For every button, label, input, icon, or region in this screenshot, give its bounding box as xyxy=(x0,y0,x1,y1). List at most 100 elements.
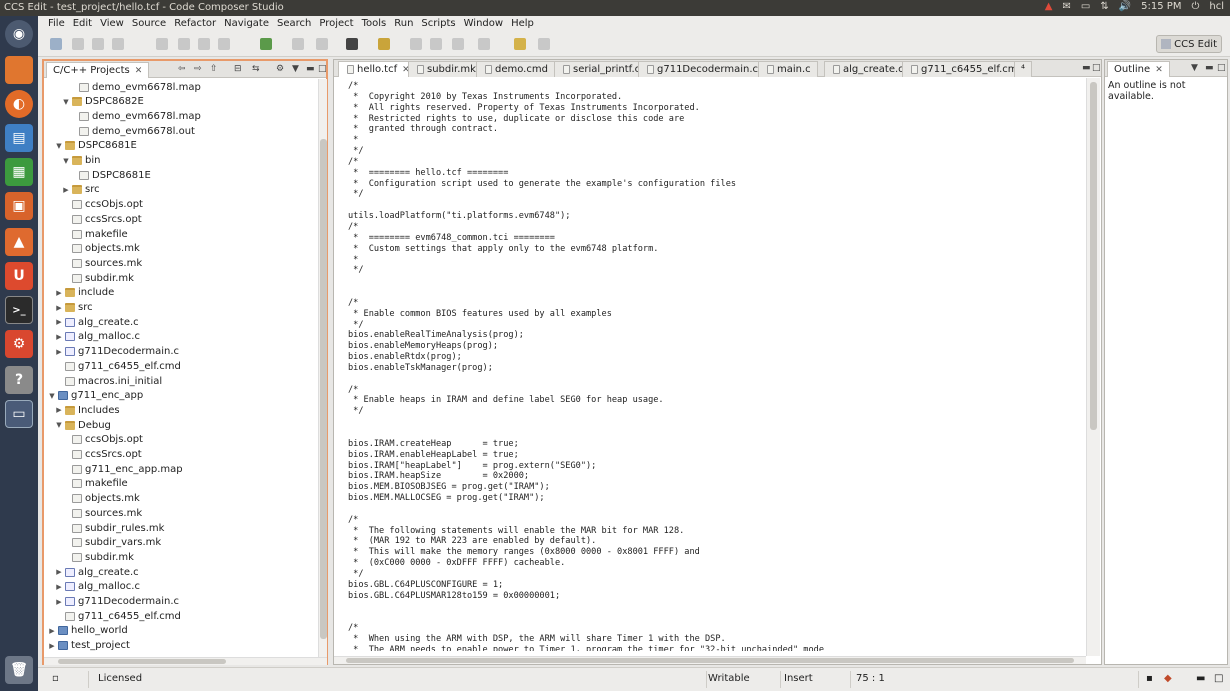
menu-help[interactable]: Help xyxy=(507,18,538,29)
tree-item[interactable]: g711_c6455_elf.cmd xyxy=(55,609,181,623)
tree-item[interactable]: ▶ alg_create.c xyxy=(55,315,138,329)
menu-project[interactable]: Project xyxy=(315,18,357,29)
tools-icon[interactable] xyxy=(316,38,328,50)
expanded-icon[interactable]: ▼ xyxy=(48,392,56,400)
next-edit-icon[interactable] xyxy=(452,38,464,50)
tree-item[interactable]: sources.mk xyxy=(62,256,142,270)
print-icon[interactable] xyxy=(112,38,124,50)
code-editor[interactable]: /* * Copyright 2010 by Texas Instruments… xyxy=(348,81,1086,651)
power-icon[interactable]: ⏻ xyxy=(1191,1,1199,12)
tree-item[interactable]: subdir_rules.mk xyxy=(62,521,164,535)
view-icon[interactable] xyxy=(292,38,304,50)
menu-navigate[interactable]: Navigate xyxy=(220,18,273,29)
tree-item[interactable]: sources.mk xyxy=(62,506,142,520)
settings-gear-icon[interactable] xyxy=(346,38,358,50)
close-icon[interactable]: ✕ xyxy=(135,66,143,76)
tree-item[interactable]: ▶ src xyxy=(62,183,99,197)
tree-item[interactable]: ▶ test_project xyxy=(48,639,130,653)
tree-item[interactable]: ▼ DSPC8682E xyxy=(62,95,144,109)
outline-close-icon[interactable]: ✕ xyxy=(1155,65,1163,75)
writer-icon[interactable]: ▤ xyxy=(5,124,33,152)
menu-run[interactable]: Run xyxy=(390,18,417,29)
editor-tab[interactable]: ⁴ xyxy=(1014,61,1033,77)
volume-icon[interactable]: 🔊 xyxy=(1119,1,1131,12)
collapsed-icon[interactable]: ▶ xyxy=(48,627,56,635)
tree-item[interactable]: objects.mk xyxy=(62,492,140,506)
tree-item[interactable]: makefile xyxy=(62,477,128,491)
expanded-icon[interactable]: ▼ xyxy=(62,98,70,106)
tree-item[interactable]: ▶ Includes xyxy=(55,403,119,417)
tree-item[interactable]: ▶ alg_malloc.c xyxy=(55,580,140,594)
help-icon[interactable]: ? xyxy=(5,366,33,394)
tree-item[interactable]: ▼ bin xyxy=(62,154,100,168)
tree-item[interactable]: DSPC8681E xyxy=(69,168,151,182)
editor-tab[interactable]: demo.cmd xyxy=(476,61,555,77)
clock[interactable]: 5:15 PM xyxy=(1141,1,1181,12)
editor-tab[interactable]: g711_c6455_elf.cmd xyxy=(902,61,1031,77)
editor-hscroll-thumb[interactable] xyxy=(346,658,1074,663)
tree-item[interactable]: ▶ hello_world xyxy=(48,624,127,638)
tree-item[interactable]: subdir.mk xyxy=(62,271,134,285)
tree-hscrollbar[interactable] xyxy=(44,657,327,665)
tree-item[interactable]: ▼ DSPC8681E xyxy=(55,139,137,153)
tree-item[interactable]: ▼ g711_enc_app xyxy=(48,389,143,403)
ubuntu-one-icon[interactable]: U xyxy=(5,262,33,290)
collapsed-icon[interactable]: ▶ xyxy=(55,304,63,312)
expanded-icon[interactable]: ▼ xyxy=(55,142,63,150)
menu-scripts[interactable]: Scripts xyxy=(417,18,459,29)
tree-item[interactable]: ▶ alg_malloc.c xyxy=(55,330,140,344)
maximize-icon[interactable]: □ xyxy=(318,64,327,74)
editor-minimize-icon[interactable]: ▬ xyxy=(1082,63,1091,73)
menu-refactor[interactable]: Refactor xyxy=(170,18,220,29)
view-menu-icon[interactable]: ▼ xyxy=(292,64,299,74)
collapsed-icon[interactable]: ▶ xyxy=(55,289,63,297)
fast-view-icon[interactable]: ▫ xyxy=(52,673,59,684)
tree-item[interactable]: demo_evm6678l.map xyxy=(69,109,201,123)
back-nav-icon[interactable]: ⇦ xyxy=(178,64,186,74)
collapsed-icon[interactable]: ▶ xyxy=(55,348,63,356)
settings-icon[interactable]: ⚙ xyxy=(5,330,33,358)
tree-item[interactable]: g711_c6455_elf.cmd xyxy=(55,359,181,373)
open-perspective-icon[interactable] xyxy=(1161,39,1172,49)
menu-window[interactable]: Window xyxy=(460,18,507,29)
tab-projects[interactable]: C/C++ Projects ✕ xyxy=(46,62,150,78)
network-icon[interactable]: ⇅ xyxy=(1100,1,1108,12)
menu-search[interactable]: Search xyxy=(273,18,315,29)
target-icon[interactable] xyxy=(218,38,230,50)
impress-icon[interactable]: ▣ xyxy=(5,192,33,220)
collapsed-icon[interactable]: ▶ xyxy=(55,583,63,591)
editor-hscrollbar[interactable] xyxy=(334,656,1086,664)
editor-tab[interactable]: main.c xyxy=(758,61,818,77)
save-icon[interactable] xyxy=(72,38,84,50)
files-icon[interactable] xyxy=(5,56,33,84)
collapsed-icon[interactable]: ▶ xyxy=(55,318,63,326)
outline-maximize-icon[interactable]: □ xyxy=(1217,63,1226,73)
run-icon[interactable] xyxy=(260,38,272,50)
menu-file[interactable]: File xyxy=(44,18,69,29)
tab-outline[interactable]: Outline ✕ xyxy=(1107,61,1170,77)
search-tool-icon[interactable] xyxy=(378,38,390,50)
collapse-all-icon[interactable]: ⊟ xyxy=(234,64,242,74)
tree-item[interactable]: objects.mk xyxy=(62,242,140,256)
prev-annotation-icon[interactable] xyxy=(410,38,422,50)
collapsed-icon[interactable]: ▶ xyxy=(55,598,63,606)
collapsed-icon[interactable]: ▶ xyxy=(55,333,63,341)
firefox-icon[interactable]: ◐ xyxy=(5,90,33,118)
tree-item[interactable]: ▼ Debug xyxy=(55,418,111,432)
menu-edit[interactable]: Edit xyxy=(69,18,96,29)
tree-item[interactable]: ▶ g711Decodermain.c xyxy=(55,345,179,359)
menu-tools[interactable]: Tools xyxy=(358,18,391,29)
forward-nav-icon[interactable]: ⇨ xyxy=(194,64,202,74)
progress-icon[interactable]: ▪ xyxy=(1146,673,1153,684)
forward-icon[interactable] xyxy=(538,38,550,50)
tree-item[interactable]: makefile xyxy=(62,227,128,241)
expanded-icon[interactable]: ▼ xyxy=(55,421,63,429)
up-nav-icon[interactable]: ⇧ xyxy=(210,64,218,74)
tree-item[interactable]: ▶ g711Decodermain.c xyxy=(55,595,179,609)
mail-icon[interactable]: ✉ xyxy=(1062,1,1070,12)
save-all-icon[interactable] xyxy=(92,38,104,50)
tree-vscrollbar[interactable] xyxy=(318,79,327,657)
tree-item[interactable]: ccsSrcs.opt xyxy=(62,448,142,462)
tree-item[interactable]: ccsSrcs.opt xyxy=(62,212,142,226)
update-icon[interactable]: ◆ xyxy=(1164,673,1172,684)
